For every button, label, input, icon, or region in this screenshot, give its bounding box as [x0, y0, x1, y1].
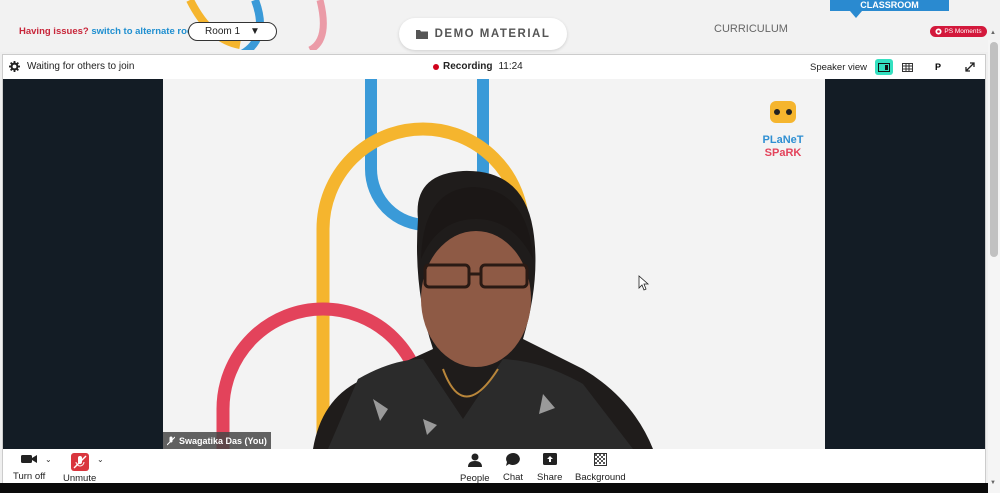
waiting-status: Waiting for others to join	[9, 61, 134, 72]
recording-time: 11:24	[498, 61, 523, 72]
brand-logo-line1: PLaNeT	[763, 134, 804, 146]
grid-icon	[901, 62, 913, 72]
demo-material-button[interactable]: DEMO MATERIAL	[399, 18, 567, 50]
video-camera-icon	[21, 455, 38, 463]
background-label: Background	[575, 472, 626, 483]
people-button[interactable]: People	[460, 453, 490, 484]
turn-off-camera-button[interactable]: Turn off	[13, 453, 45, 482]
meeting-topbar: Waiting for others to join Recording 11:…	[3, 55, 985, 79]
speaker-view-label: Speaker view	[810, 62, 868, 73]
room-select[interactable]: Room 1 ▼	[188, 22, 277, 41]
issues-text: Having issues?	[19, 26, 89, 37]
camera-icon	[935, 28, 942, 35]
chat-bubble-icon	[506, 453, 520, 466]
room-select-value: Room 1	[205, 26, 241, 37]
chat-label: Chat	[503, 472, 524, 483]
turn-off-label: Turn off	[13, 471, 46, 482]
shared-video-frame: PLaNeT SPaRK	[163, 79, 825, 449]
recording-label: Recording	[443, 61, 493, 72]
participant-name-tag: Swagatika Das (You)	[163, 432, 271, 449]
chat-button[interactable]: Chat	[503, 453, 523, 483]
background-effects-icon	[593, 453, 607, 466]
page-scrollbar[interactable]: ▲ ▼	[988, 30, 1000, 493]
share-button[interactable]: Share	[537, 453, 562, 483]
mouse-cursor-icon	[638, 275, 650, 291]
demo-material-label: DEMO MATERIAL	[434, 28, 551, 40]
waiting-text: Waiting for others to join	[27, 61, 135, 72]
unmute-button[interactable]: Unmute	[63, 453, 96, 484]
people-icon	[467, 453, 482, 467]
top-header: Having issues? switch to alternate room …	[0, 0, 1000, 52]
speaker-layout-button[interactable]	[875, 59, 893, 75]
share-label: Share	[537, 472, 563, 483]
scroll-down-icon[interactable]: ▼	[990, 480, 996, 486]
switch-room-link[interactable]: switch to alternate room	[91, 26, 201, 37]
brand-logo-line2: SPaRK	[765, 147, 802, 159]
caret-down-icon: ▼	[250, 26, 260, 37]
meeting-window: Waiting for others to join Recording 11:…	[2, 54, 986, 493]
mic-muted-icon	[70, 453, 89, 471]
grid-layout-button[interactable]	[898, 59, 916, 75]
fullscreen-button[interactable]	[961, 59, 979, 75]
recording-dot-icon	[433, 63, 439, 70]
ps-moments-label: PS Moments	[944, 28, 982, 35]
video-stage: PLaNeT SPaRK Swagatika Das (You)	[3, 79, 985, 449]
chevron-down-icon[interactable]: ⌄	[97, 455, 104, 464]
background-button[interactable]: Background	[575, 453, 626, 483]
curriculum-tab[interactable]: CURRICULUM	[714, 23, 788, 35]
ps-moments-button[interactable]: PS Moments	[930, 26, 987, 37]
scrollbar-thumb[interactable]	[990, 42, 998, 257]
brand-logo: PLaNeT SPaRK	[763, 101, 804, 159]
app-root: Having issues? switch to alternate room …	[0, 0, 1000, 493]
mic-off-icon	[167, 436, 175, 445]
chevron-down-icon[interactable]: ⌄	[45, 455, 52, 464]
gear-icon[interactable]	[9, 61, 20, 72]
p-button[interactable]: P	[929, 59, 947, 75]
classroom-tab[interactable]: CLASSROOM	[830, 0, 949, 18]
participant-name: Swagatika Das (You)	[179, 435, 267, 446]
scroll-up-icon[interactable]: ▲	[990, 30, 996, 36]
background-graphic: PLaNeT SPaRK	[216, 79, 804, 449]
expand-icon	[965, 62, 975, 72]
classroom-tab-label: CLASSROOM	[860, 0, 919, 10]
folder-icon	[415, 30, 428, 39]
share-screen-icon	[542, 453, 557, 465]
issues-notice: Having issues? switch to alternate room	[19, 26, 201, 37]
bottom-edge	[0, 483, 1000, 493]
recording-indicator: Recording 11:24	[433, 61, 523, 72]
speaker-layout-icon	[878, 62, 890, 72]
